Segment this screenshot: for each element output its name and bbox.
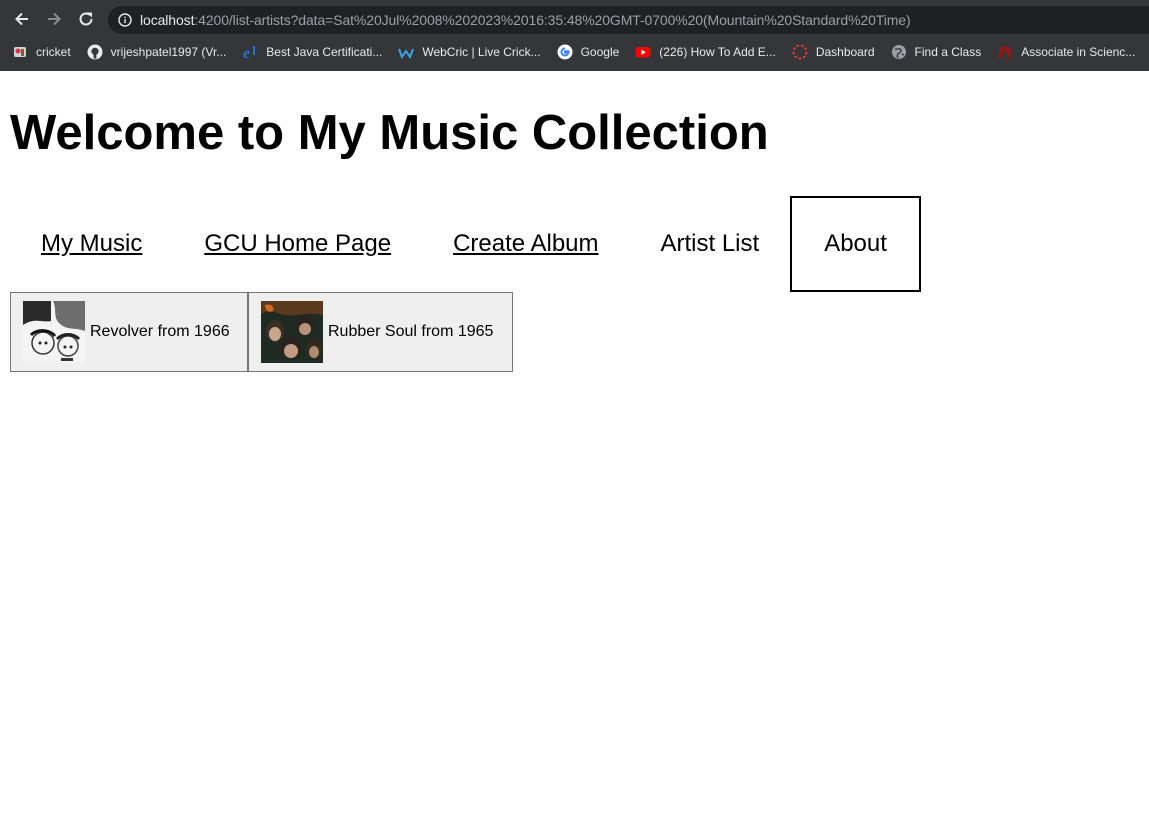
reload-button[interactable] <box>76 9 96 29</box>
bookmark-label: WebCric | Live Crick... <box>422 45 541 59</box>
main-nav: My Music GCU Home Page Create Album Arti… <box>10 196 921 292</box>
google-icon <box>557 44 573 60</box>
youtube-icon <box>635 44 651 60</box>
dashboard-icon <box>792 44 808 60</box>
address-bar[interactable]: localhost:4200/list-artists?data=Sat%20J… <box>108 6 1149 34</box>
browser-chrome: localhost:4200/list-artists?data=Sat%20J… <box>0 0 1149 71</box>
url-host: localhost <box>140 12 195 28</box>
url-text[interactable]: localhost:4200/list-artists?data=Sat%20J… <box>140 12 911 28</box>
enthuware-icon: e <box>242 44 258 60</box>
globe-icon <box>891 44 907 60</box>
album-button-revolver[interactable]: Revolver from 1966 <box>10 292 248 372</box>
back-button[interactable] <box>12 9 32 29</box>
bookmark-label: Find a Class <box>914 45 982 59</box>
nav-link-gcu-home-page[interactable]: GCU Home Page <box>173 196 422 292</box>
bookmark-cricket[interactable]: cricket <box>12 44 71 60</box>
album-button-rubber-soul[interactable]: Rubber Soul from 1965 <box>248 292 513 372</box>
nav-link-artist-list[interactable]: Artist List <box>630 196 791 292</box>
album-label: Rubber Soul from 1965 <box>328 323 494 340</box>
album-list: Revolver from 1966 Rubber Soul from 1965 <box>10 292 513 372</box>
college-icon <box>997 44 1013 60</box>
bookmark-label: Google <box>580 45 620 59</box>
nav-link-label: GCU Home Page <box>204 230 392 257</box>
bookmark-github[interactable]: vrijeshpatel1997 (Vr... <box>87 44 227 60</box>
nav-link-label: About <box>824 230 887 257</box>
reload-icon <box>79 12 93 26</box>
bookmark-youtube[interactable]: (226) How To Add E... <box>635 44 776 60</box>
nav-link-about[interactable]: About <box>790 196 921 292</box>
bookmark-dashboard[interactable]: Dashboard <box>792 44 875 60</box>
bookmark-find-a-class[interactable]: Find a Class <box>891 44 982 60</box>
bookmark-java-certification[interactable]: e Best Java Certificati... <box>242 44 382 60</box>
nav-link-label: Artist List <box>660 230 760 257</box>
bookmarks-bar: cricket vrijeshpatel1997 (Vr... e Best J… <box>0 38 1149 66</box>
back-arrow-icon <box>15 12 28 26</box>
forward-button[interactable] <box>44 9 64 29</box>
bookmark-label: (226) How To Add E... <box>659 45 776 59</box>
svg-text:e: e <box>243 45 250 60</box>
url-path: :4200/list-artists?data=Sat%20Jul%2008%2… <box>194 12 911 28</box>
nav-link-label: Create Album <box>453 230 599 257</box>
site-info-icon[interactable] <box>118 13 132 27</box>
page-title: Welcome to My Music Collection <box>10 106 769 160</box>
github-icon <box>87 44 103 60</box>
bookmark-google[interactable]: Google <box>557 44 620 60</box>
nav-link-my-music[interactable]: My Music <box>10 196 173 292</box>
nav-link-create-album[interactable]: Create Album <box>422 196 629 292</box>
bookmark-label: Dashboard <box>815 45 875 59</box>
webcric-icon <box>398 44 415 60</box>
cricket-icon <box>12 44 28 60</box>
album-cover-image <box>261 301 323 363</box>
bookmark-label: vrijeshpatel1997 (Vr... <box>110 45 227 59</box>
album-label: Revolver from 1966 <box>90 323 230 340</box>
album-cover-image <box>23 301 85 363</box>
forward-arrow-icon <box>48 12 61 26</box>
bookmark-label: Best Java Certificati... <box>266 45 383 59</box>
bookmark-label: Associate in Scienc... <box>1021 45 1136 59</box>
nav-link-label: My Music <box>41 230 143 257</box>
bookmark-label: cricket <box>36 45 71 59</box>
browser-toolbar: localhost:4200/list-artists?data=Sat%20J… <box>0 0 1149 38</box>
bookmark-associate-in-science[interactable]: Associate in Scienc... <box>997 44 1135 60</box>
bookmark-webcric[interactable]: WebCric | Live Crick... <box>398 44 541 60</box>
